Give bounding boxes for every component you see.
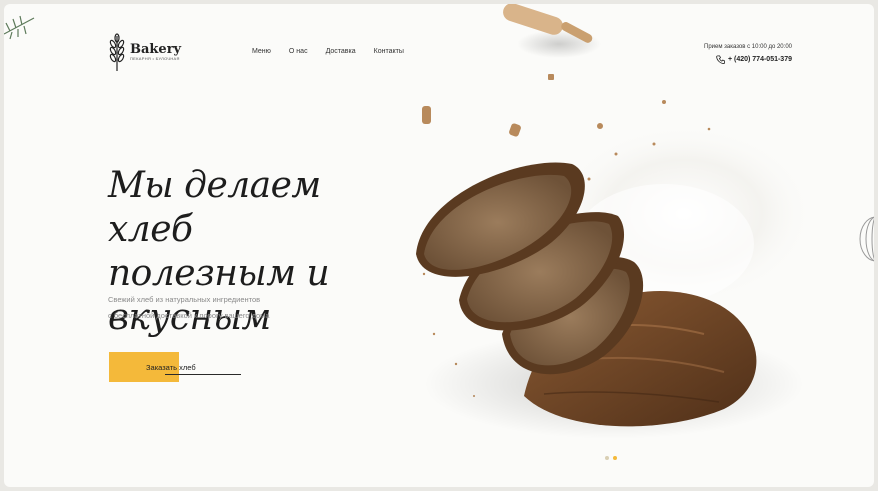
main-nav: Меню О нас Доставка Контакты (252, 48, 422, 55)
rosemary-sprig (4, 15, 35, 40)
nav-item-menu[interactable]: Меню (252, 48, 271, 55)
brand-text: Bakery ПЕКАРНЯ • БУЛОЧНАЯ (130, 43, 181, 61)
nav-item-about[interactable]: О нас (289, 48, 308, 55)
slider-pagination (605, 456, 617, 460)
rolling-pin (503, 4, 601, 58)
hero-subtext: Свежий хлеб из натуральных ингредиентов … (108, 292, 368, 324)
phone-link[interactable]: + (420) 774-051-379 (704, 55, 792, 64)
hero-subtext-line1: Свежий хлеб из натуральных ингредиентов (108, 295, 261, 304)
hero-headline-line1: Мы делаем хлеб (108, 165, 321, 250)
cta-underline (165, 374, 241, 375)
wheat-icon (109, 33, 125, 71)
brand-tagline: ПЕКАРНЯ • БУЛОЧНАЯ (130, 56, 180, 61)
order-hours: Прием заказов с 10:00 до 20:00 (704, 44, 792, 50)
nav-item-contacts[interactable]: Контакты (374, 48, 404, 55)
slider-dot-2[interactable] (613, 456, 617, 460)
slider-dot-1[interactable] (605, 456, 609, 460)
order-bread-button[interactable]: Заказать хлеб (109, 352, 241, 382)
phone-icon (716, 55, 725, 64)
brand-logo[interactable]: Bakery ПЕКАРНЯ • БУЛОЧНАЯ (108, 32, 181, 72)
phone-number: + (420) 774-051-379 (727, 56, 792, 63)
whisk (859, 216, 874, 262)
nav-item-delivery[interactable]: Доставка (326, 48, 356, 55)
brand-name: Bakery (130, 42, 182, 57)
landing-page: Bakery ПЕКАРНЯ • БУЛОЧНАЯ Меню О нас Дос… (4, 4, 874, 487)
cta-label: Заказать хлеб (146, 363, 196, 372)
contact-info: Прием заказов с 10:00 до 20:00 + (420) 7… (704, 44, 792, 64)
hero-subtext-line2: с бесплатной доставкой к порогу вашего д… (108, 311, 270, 320)
